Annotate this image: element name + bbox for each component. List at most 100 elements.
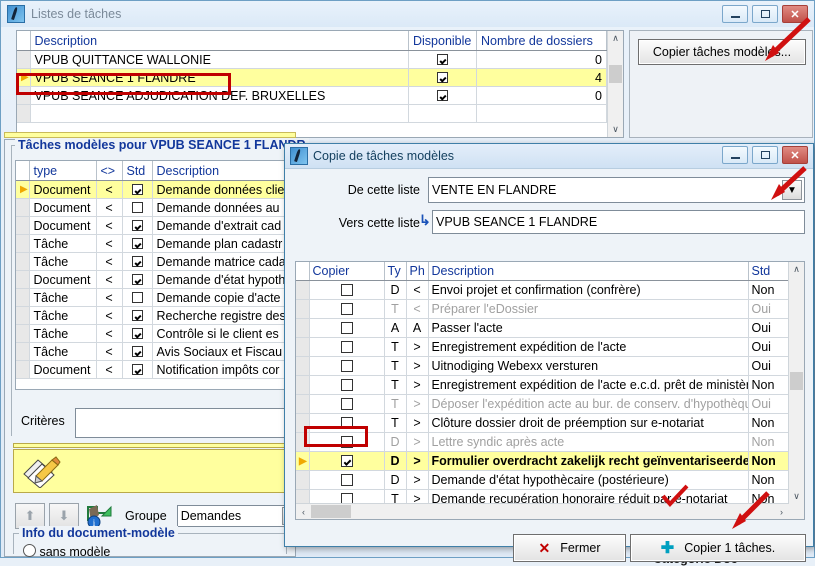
cell-direction[interactable]: < (96, 306, 123, 325)
col-std[interactable]: Std (748, 262, 792, 281)
cell-description[interactable]: Formulier overdracht zakelijk recht geïn… (428, 451, 749, 471)
cell-dossiers[interactable]: 0 (476, 86, 607, 105)
std-checkbox[interactable] (131, 237, 143, 249)
std-checkbox[interactable] (131, 183, 143, 195)
dialog-maximize-button[interactable] (752, 146, 778, 164)
table-row[interactable]: T > Déposer l'expédition acte au bur. de c… (296, 394, 792, 414)
copier-checkbox[interactable] (340, 398, 353, 410)
cell-description[interactable]: Contrôle si le client es (152, 324, 291, 343)
scroll-down-icon[interactable]: ∨ (789, 489, 804, 504)
cell-ph[interactable]: > (406, 337, 429, 357)
copier-checkbox[interactable] (340, 379, 353, 391)
maximize-button[interactable] (752, 5, 778, 23)
table-row[interactable]: ▶ VPUB SEANCE 1 FLANDRE 4 (17, 68, 607, 87)
copier-checkbox[interactable] (340, 417, 353, 429)
cell-ph[interactable]: < (406, 299, 429, 319)
cell-std[interactable]: Non (748, 280, 792, 300)
cell-std[interactable]: Oui (748, 318, 792, 338)
cell-ph[interactable]: > (406, 451, 429, 471)
cell-std[interactable]: Non (748, 375, 792, 395)
cell-copier[interactable] (309, 451, 385, 471)
scroll-right-icon[interactable]: › (774, 507, 789, 517)
table-row[interactable]: ▶ D > Formulier overdracht zakelijk recht g… (296, 451, 792, 471)
copier-checkbox[interactable] (340, 303, 353, 315)
cell-direction[interactable]: < (96, 234, 123, 253)
copier-checkbox[interactable] (340, 436, 353, 448)
table-row[interactable]: D > Lettre syndic après acte Non (296, 432, 792, 452)
cell-copier[interactable] (309, 356, 385, 376)
scroll-thumb-h[interactable] (311, 505, 351, 518)
table-row[interactable]: Tâche < Demande copie d'acte (16, 288, 291, 307)
cell-std[interactable] (122, 234, 153, 253)
cell-direction[interactable]: < (96, 288, 123, 307)
cell-type[interactable]: Document (29, 216, 97, 235)
std-checkbox[interactable] (131, 345, 143, 357)
task-lists-grid[interactable]: Description Disponible Nombre de dossier… (16, 30, 624, 138)
minimize-button[interactable] (722, 5, 748, 23)
std-checkbox[interactable] (131, 201, 143, 213)
copier-checkbox[interactable] (340, 360, 353, 372)
cell-description[interactable]: Déposer l'expédition acte au bur. de con… (428, 394, 749, 414)
cell-copier[interactable] (309, 375, 385, 395)
doc-info-option[interactable]: sans modèle (23, 544, 110, 559)
col-direction[interactable]: <> (96, 161, 123, 181)
table-row[interactable]: Document < Demande d'état hypoth (16, 270, 291, 289)
copier-checkbox[interactable] (340, 455, 353, 467)
cell-ty[interactable]: D (384, 432, 407, 452)
radio-sans-modele[interactable] (23, 544, 36, 557)
std-checkbox[interactable] (131, 327, 143, 339)
col-copier[interactable]: Copier (309, 262, 385, 281)
cell-ty[interactable]: A (384, 318, 407, 338)
cell-description[interactable]: Demande plan cadastr (152, 234, 291, 253)
table-row[interactable]: Document < Notification impôts cor (16, 360, 291, 379)
cell-description[interactable]: Demande matrice cada (152, 252, 291, 271)
cell-std[interactable] (122, 288, 153, 307)
cell-ty[interactable]: D (384, 280, 407, 300)
row-marker[interactable] (296, 299, 310, 319)
row-marker[interactable]: ▶ (296, 451, 310, 471)
cell-direction[interactable]: < (96, 216, 123, 235)
scroll-up-icon[interactable]: ∧ (789, 262, 804, 277)
table-row[interactable]: T < Préparer l'eDossier Oui (296, 299, 792, 319)
cell-ty[interactable]: T (384, 356, 407, 376)
copier-checkbox[interactable] (340, 341, 353, 353)
cell-std[interactable] (122, 360, 153, 379)
cell-type[interactable]: Tâche (29, 234, 97, 253)
cell-ty[interactable]: T (384, 394, 407, 414)
scroll-up-icon[interactable]: ∧ (608, 31, 623, 46)
cell-ph[interactable]: < (406, 280, 429, 300)
cell-std[interactable] (122, 180, 153, 199)
cell-description[interactable]: Enregistrement expédition de l'acte e.c.… (428, 375, 749, 395)
cell-copier[interactable] (309, 413, 385, 433)
cell-description[interactable]: Clôture dossier droit de préemption sur … (428, 413, 749, 433)
table-row[interactable]: Document < Demande d'extrait cad (16, 216, 291, 235)
table-row[interactable]: Tâche < Recherche registre des (16, 306, 291, 325)
row-marker[interactable] (17, 86, 31, 105)
std-checkbox[interactable] (131, 363, 143, 375)
table-row[interactable]: VPUB QUITTANCE WALLONIE 0 (17, 50, 607, 69)
cell-description[interactable]: Passer l'acte (428, 318, 749, 338)
col-type[interactable]: type (29, 161, 97, 181)
row-marker[interactable] (296, 280, 310, 300)
disponible-checkbox[interactable] (437, 53, 448, 65)
dialog-vertical-scrollbar[interactable]: ∧ ∨ (788, 262, 804, 519)
cell-type[interactable]: Document (29, 270, 97, 289)
cell-ph[interactable]: > (406, 375, 429, 395)
cell-description[interactable]: Uitnodiging Webexx versturen (428, 356, 749, 376)
cell-disponible[interactable] (408, 86, 477, 105)
table-row[interactable]: T > Enregistrement expédition de l'acte e.… (296, 375, 792, 395)
cell-ph[interactable]: > (406, 413, 429, 433)
row-marker[interactable]: ▶ (17, 68, 31, 87)
chevron-down-icon[interactable]: ▼ (782, 180, 802, 200)
cell-copier[interactable] (309, 470, 385, 490)
cell-std[interactable] (122, 306, 153, 325)
row-marker[interactable] (296, 356, 310, 376)
cell-description[interactable]: Lettre syndic après acte (428, 432, 749, 452)
row-marker[interactable] (16, 198, 30, 217)
row-marker[interactable] (16, 306, 30, 325)
cell-direction[interactable]: < (96, 270, 123, 289)
cell-description[interactable]: Demande copie d'acte (152, 288, 291, 307)
cell-std[interactable]: Non (748, 432, 792, 452)
cell-description[interactable]: Notification impôts cor (152, 360, 291, 379)
close-button[interactable]: ✕ (782, 5, 808, 23)
